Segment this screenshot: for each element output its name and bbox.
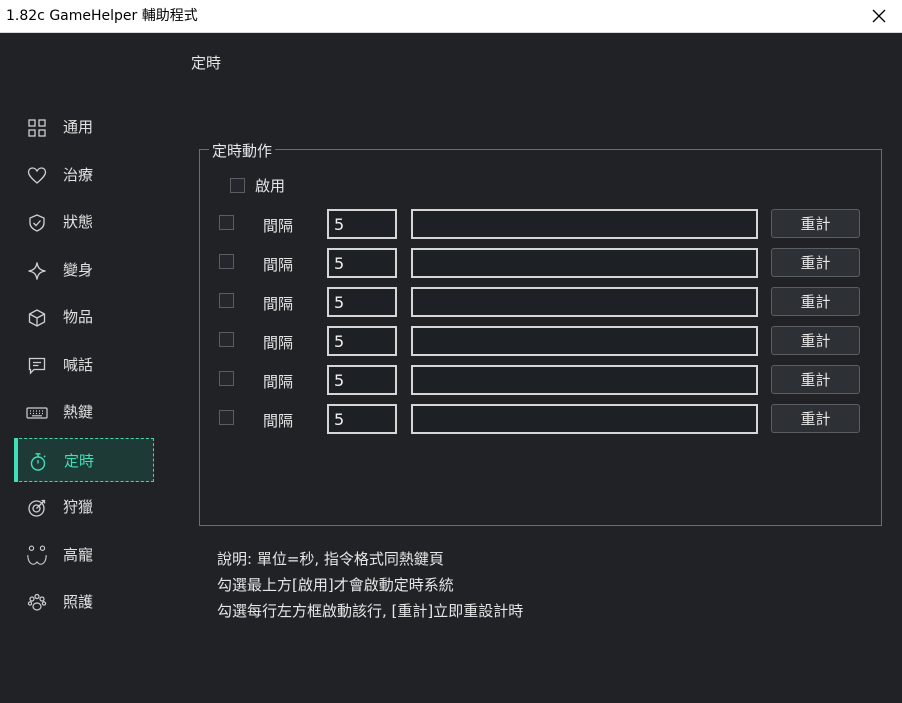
sparkle-icon [26,260,48,282]
reset-button[interactable]: 重計 [771,326,860,355]
help-notes: 說明: 單位=秒, 指令格式同熱鍵頁 勾選最上方[啟用]才會啟動定時系統 勾選每… [217,549,523,627]
sidebar-item-care[interactable]: 照護 [14,580,154,624]
cube-icon [26,307,48,329]
timer-row: 間隔 重計 [219,404,861,434]
page-title: 定時 [191,54,222,72]
reset-button[interactable]: 重計 [771,248,860,277]
heart-icon [26,165,48,187]
timer-row: 間隔 重計 [219,209,861,239]
sidebar-item-label: 治療 [63,165,94,184]
interval-label: 間隔 [263,373,294,391]
row-checkbox[interactable] [219,215,234,230]
row-checkbox[interactable] [219,293,234,308]
shield-icon [26,212,48,234]
interval-label: 間隔 [263,412,294,430]
enable-row: 啟用 [230,175,285,196]
interval-input[interactable] [327,248,397,278]
grid-icon [26,117,48,139]
help-note-line: 勾選每行左方框啟動該行, [重計]立即重設計時 [217,602,524,620]
group-title: 定時動作 [209,142,276,160]
command-input[interactable] [411,404,758,434]
sidebar-item-label: 照護 [63,593,94,611]
title-bar: 1.82c GameHelper 輔助程式 [0,0,902,33]
command-input[interactable] [411,365,758,395]
enable-label: 啟用 [255,177,286,195]
interval-label: 間隔 [263,256,294,274]
paw-icon [26,592,48,614]
interval-input[interactable] [327,326,397,356]
interval-input[interactable] [327,209,397,239]
interval-label: 間隔 [263,334,294,352]
sidebar-item-label: 定時 [64,451,95,470]
sidebar-item-timer[interactable]: 定時 [14,437,154,482]
sidebar-item-items[interactable]: 物品 [14,295,154,339]
timer-row: 間隔 重計 [219,365,861,395]
pet-face-icon [26,545,48,567]
chat-icon [26,355,48,377]
reset-button[interactable]: 重計 [771,287,860,316]
stopwatch-icon [27,451,49,473]
row-checkbox[interactable] [219,332,234,347]
command-input[interactable] [411,287,758,317]
sidebar: 通用 治療 狀態 變身 物品 喊話 熱鍵 定時 狩獵 高寵 照護 [14,105,154,628]
timer-row: 間隔 重計 [219,326,861,356]
enable-checkbox[interactable] [230,178,245,193]
sidebar-item-general[interactable]: 通用 [14,105,154,149]
row-checkbox[interactable] [219,410,234,425]
command-input[interactable] [411,326,758,356]
sidebar-item-transform[interactable]: 變身 [14,248,154,292]
sidebar-item-label: 通用 [63,118,94,136]
command-input[interactable] [411,209,758,239]
reset-button[interactable]: 重計 [771,404,860,433]
close-icon [872,9,886,23]
keyboard-icon [26,402,48,424]
sidebar-item-label: 熱鍵 [63,403,94,421]
interval-input[interactable] [327,404,397,434]
sidebar-item-label: 狀態 [63,213,94,231]
target-icon [26,497,48,519]
sidebar-item-label: 高寵 [63,545,94,564]
sidebar-item-label: 狩獵 [63,498,94,516]
sidebar-item-hunt[interactable]: 狩獵 [14,485,154,529]
interval-label: 間隔 [263,295,294,313]
command-input[interactable] [411,248,758,278]
reset-button[interactable]: 重計 [771,365,860,394]
sidebar-item-status[interactable]: 狀態 [14,200,154,244]
sidebar-item-label: 物品 [63,308,94,326]
help-note-line: 勾選最上方[啟用]才會啟動定時系統 [217,576,454,594]
interval-input[interactable] [327,287,397,317]
interval-input[interactable] [327,365,397,395]
timer-row: 間隔 重計 [219,287,861,317]
window-title: 1.82c GameHelper 輔助程式 [6,8,198,24]
row-checkbox[interactable] [219,254,234,269]
sidebar-item-label: 喊話 [63,355,94,374]
sidebar-item-label: 變身 [63,260,94,279]
timer-row: 間隔 重計 [219,248,861,278]
row-checkbox[interactable] [219,371,234,386]
help-note-line: 說明: 單位=秒, 指令格式同熱鍵頁 [217,550,444,568]
sidebar-item-hotkey[interactable]: 熱鍵 [14,390,154,434]
sidebar-item-shout[interactable]: 喊話 [14,343,154,387]
sidebar-item-pet[interactable]: 高寵 [14,533,154,577]
sidebar-item-heal[interactable]: 治療 [14,153,154,197]
close-button[interactable] [856,0,902,32]
reset-button[interactable]: 重計 [771,209,860,238]
interval-label: 間隔 [263,217,294,235]
app-window: 1.82c GameHelper 輔助程式 定時 通用 治療 狀態 變身 物品 … [0,0,902,703]
